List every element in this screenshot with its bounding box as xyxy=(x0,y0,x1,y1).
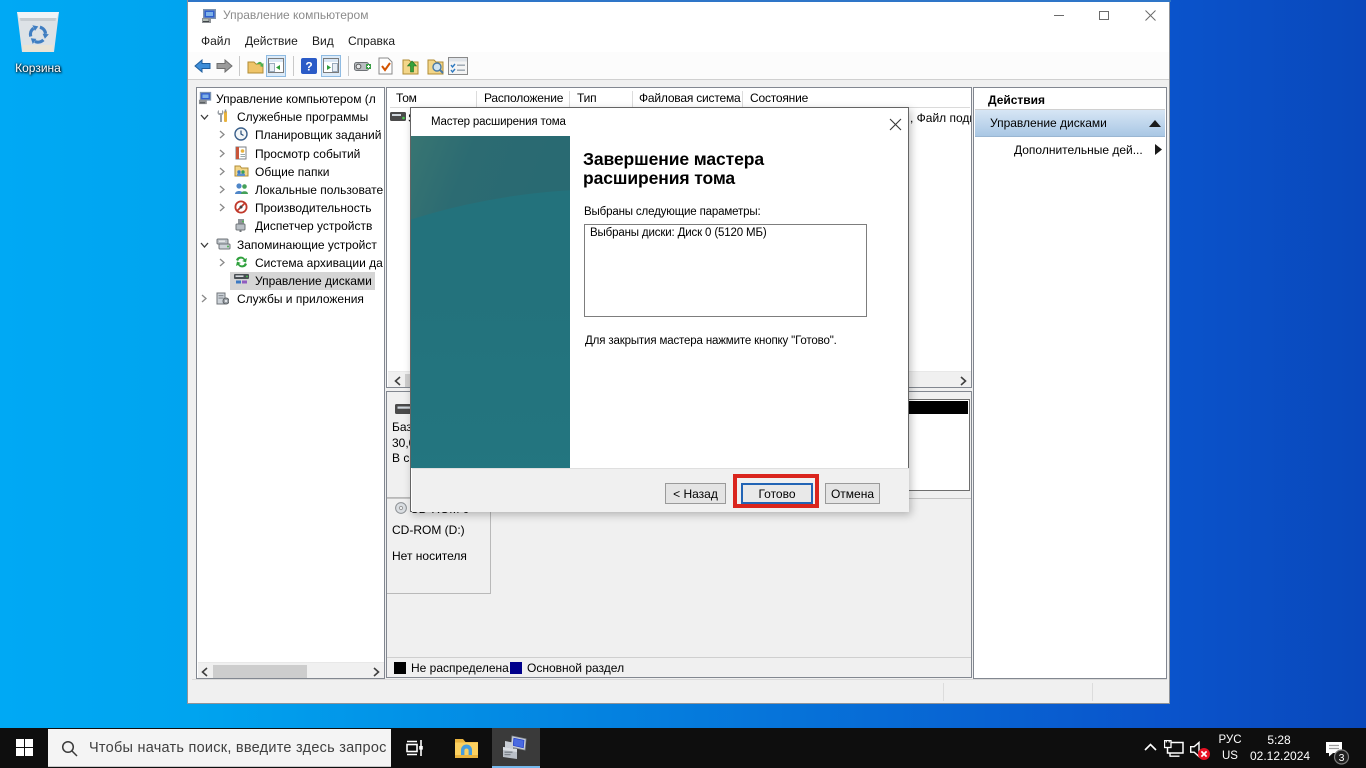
svg-text:3: 3 xyxy=(1339,752,1345,764)
svg-text:?: ? xyxy=(305,60,312,74)
